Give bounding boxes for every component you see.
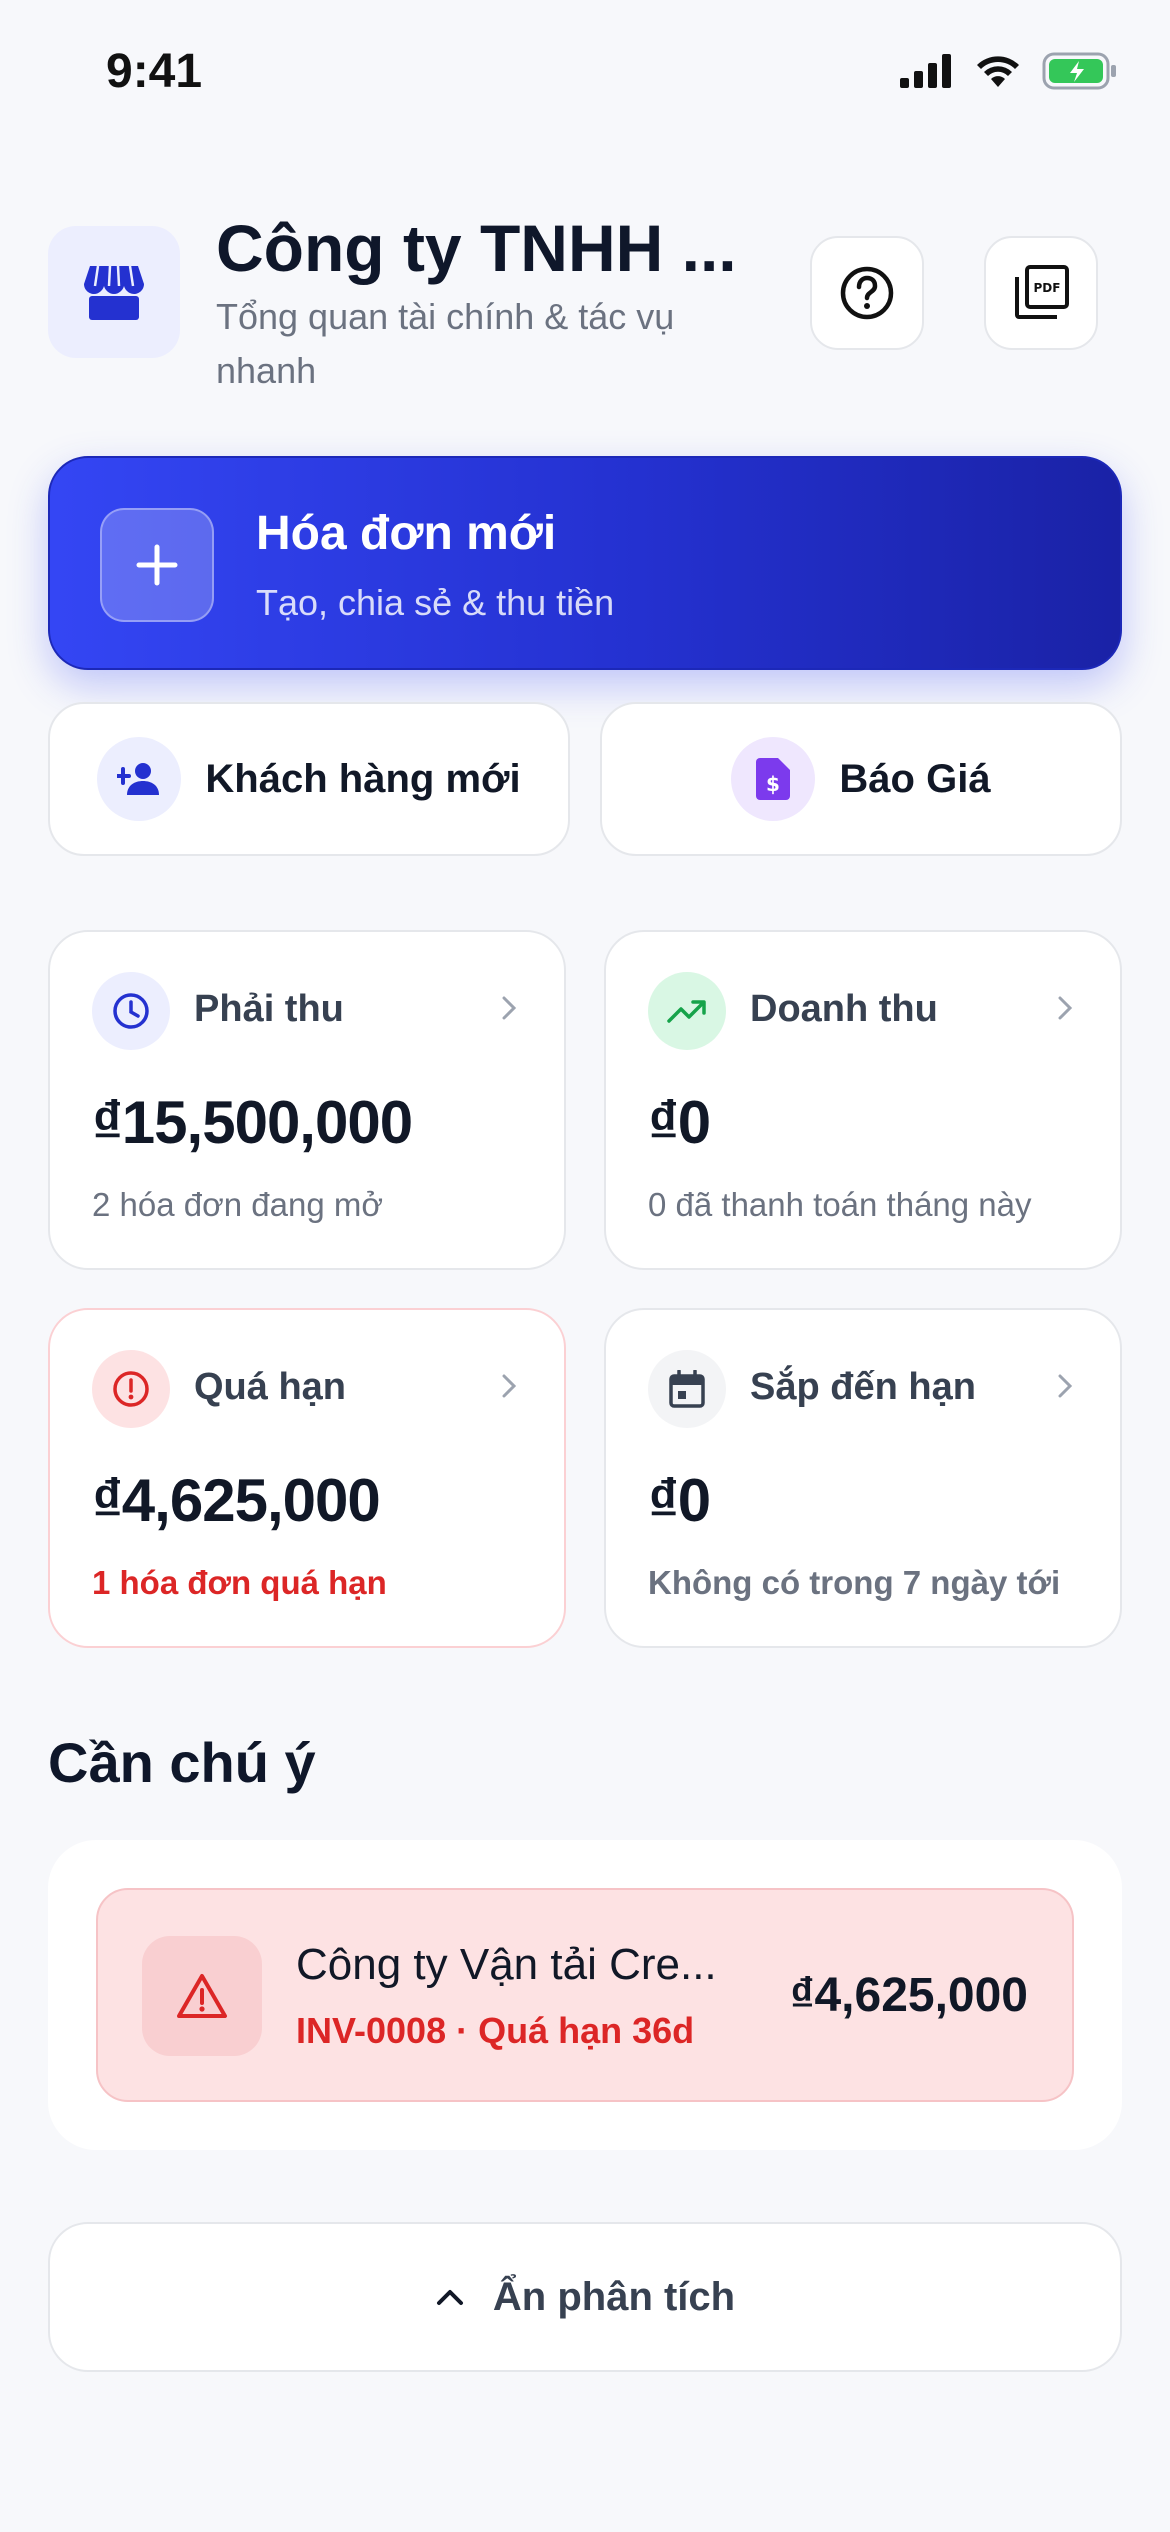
store-avatar	[48, 226, 180, 358]
warning-triangle-icon	[177, 1974, 227, 2018]
quote-label: Báo Giá	[839, 756, 991, 801]
revenue-icon-badge	[648, 972, 726, 1050]
attention-amount: ₫4,625,000	[789, 1969, 1028, 2022]
battery-icon	[1042, 52, 1116, 90]
overdue-label: Quá hạn	[194, 1366, 347, 1408]
plus-icon	[136, 544, 178, 586]
upcoming-card[interactable]: Sắp đến hạn ₫0 Không có trong 7 ngày tới	[604, 1308, 1122, 1648]
chevron-right-icon	[502, 996, 517, 1020]
alert-circle-icon	[113, 1371, 149, 1407]
status-bar: 9:41	[0, 0, 1170, 140]
wifi-icon	[977, 56, 1019, 87]
revenue-label: Doanh thu	[750, 988, 938, 1030]
attention-icon-badge	[142, 1936, 262, 2056]
quote-button[interactable]: $ Báo Giá	[600, 702, 1122, 856]
customer-icon-badge	[97, 737, 182, 821]
attention-card: Công ty Vận tải Cre... INV-0008 · Quá hạ…	[48, 1840, 1122, 2150]
receivable-footnote: 2 hóa đơn đang mở	[92, 1186, 383, 1223]
receivable-card[interactable]: Phải thu ₫15,500,000 2 hóa đơn đang mở	[48, 930, 566, 1270]
new-invoice-button[interactable]: Hóa đơn mới Tạo, chia sẻ & thu tiền	[48, 456, 1122, 670]
header: Công ty TNHH ... Tổng quan tài chính & t…	[48, 210, 1122, 400]
upcoming-icon-badge	[648, 1350, 726, 1428]
trending-up-icon	[667, 1000, 706, 1023]
overdue-footnote: 1 hóa đơn quá hạn	[92, 1564, 387, 1601]
svg-text:$: $	[766, 772, 780, 796]
clock-icon	[113, 993, 149, 1029]
header-subtitle: Tổng quan tài chính & tác vụ nhanh	[216, 296, 675, 391]
revenue-card[interactable]: Doanh thu ₫0 0 đã thanh toán tháng này	[604, 930, 1122, 1270]
receivable-value: ₫15,500,000	[92, 1089, 413, 1156]
new-customer-button[interactable]: Khách hàng mới	[48, 702, 570, 856]
revenue-value: ₫0	[648, 1089, 711, 1156]
hide-analytics-button[interactable]: Ẩn phân tích	[48, 2222, 1122, 2372]
upcoming-value: ₫0	[648, 1467, 711, 1534]
company-title: Công ty TNHH ...	[216, 211, 737, 285]
overdue-card[interactable]: Quá hạn ₫4,625,000 1 hóa đơn quá hạn	[48, 1308, 566, 1648]
upcoming-label: Sắp đến hạn	[750, 1366, 976, 1408]
store-icon	[84, 265, 144, 320]
cta-title: Hóa đơn mới	[256, 507, 557, 560]
pdf-icon: PDF	[1015, 265, 1069, 319]
person-add-icon	[117, 763, 160, 795]
cta-plus-tile	[100, 508, 214, 622]
chevron-right-icon	[1058, 1374, 1073, 1398]
attention-section-title: Cần chú ý	[48, 1731, 316, 1794]
svg-text:PDF: PDF	[1034, 281, 1061, 295]
help-button[interactable]	[810, 236, 924, 350]
chevron-right-icon	[502, 1374, 517, 1398]
help-circle-icon	[840, 266, 894, 320]
attention-customer-name: Công ty Vận tải Cre...	[296, 1940, 717, 1989]
overdue-value: ₫4,625,000	[92, 1467, 381, 1534]
chevron-up-icon	[436, 2290, 463, 2305]
status-time: 9:41	[106, 45, 203, 98]
document-dollar-icon: $	[756, 758, 791, 800]
pdf-button[interactable]: PDF	[984, 236, 1098, 350]
status-icons	[900, 52, 1118, 90]
hide-analytics-label: Ẩn phân tích	[492, 2274, 736, 2319]
overdue-icon-badge	[92, 1350, 170, 1428]
upcoming-footnote: Không có trong 7 ngày tới	[648, 1564, 1061, 1601]
receivable-icon-badge	[92, 972, 170, 1050]
quote-icon-badge: $	[731, 737, 816, 821]
new-customer-label: Khách hàng mới	[205, 756, 521, 801]
cta-subtitle: Tạo, chia sẻ & thu tiền	[256, 582, 615, 623]
attention-item[interactable]: Công ty Vận tải Cre... INV-0008 · Quá hạ…	[96, 1888, 1074, 2102]
revenue-footnote: 0 đã thanh toán tháng này	[648, 1186, 1032, 1223]
receivable-label: Phải thu	[194, 988, 344, 1030]
signal-icon	[900, 54, 951, 88]
chevron-right-icon	[1058, 996, 1073, 1020]
calendar-icon	[669, 1370, 705, 1408]
attention-invoice-meta: INV-0008 · Quá hạn 36d	[296, 2010, 695, 2051]
